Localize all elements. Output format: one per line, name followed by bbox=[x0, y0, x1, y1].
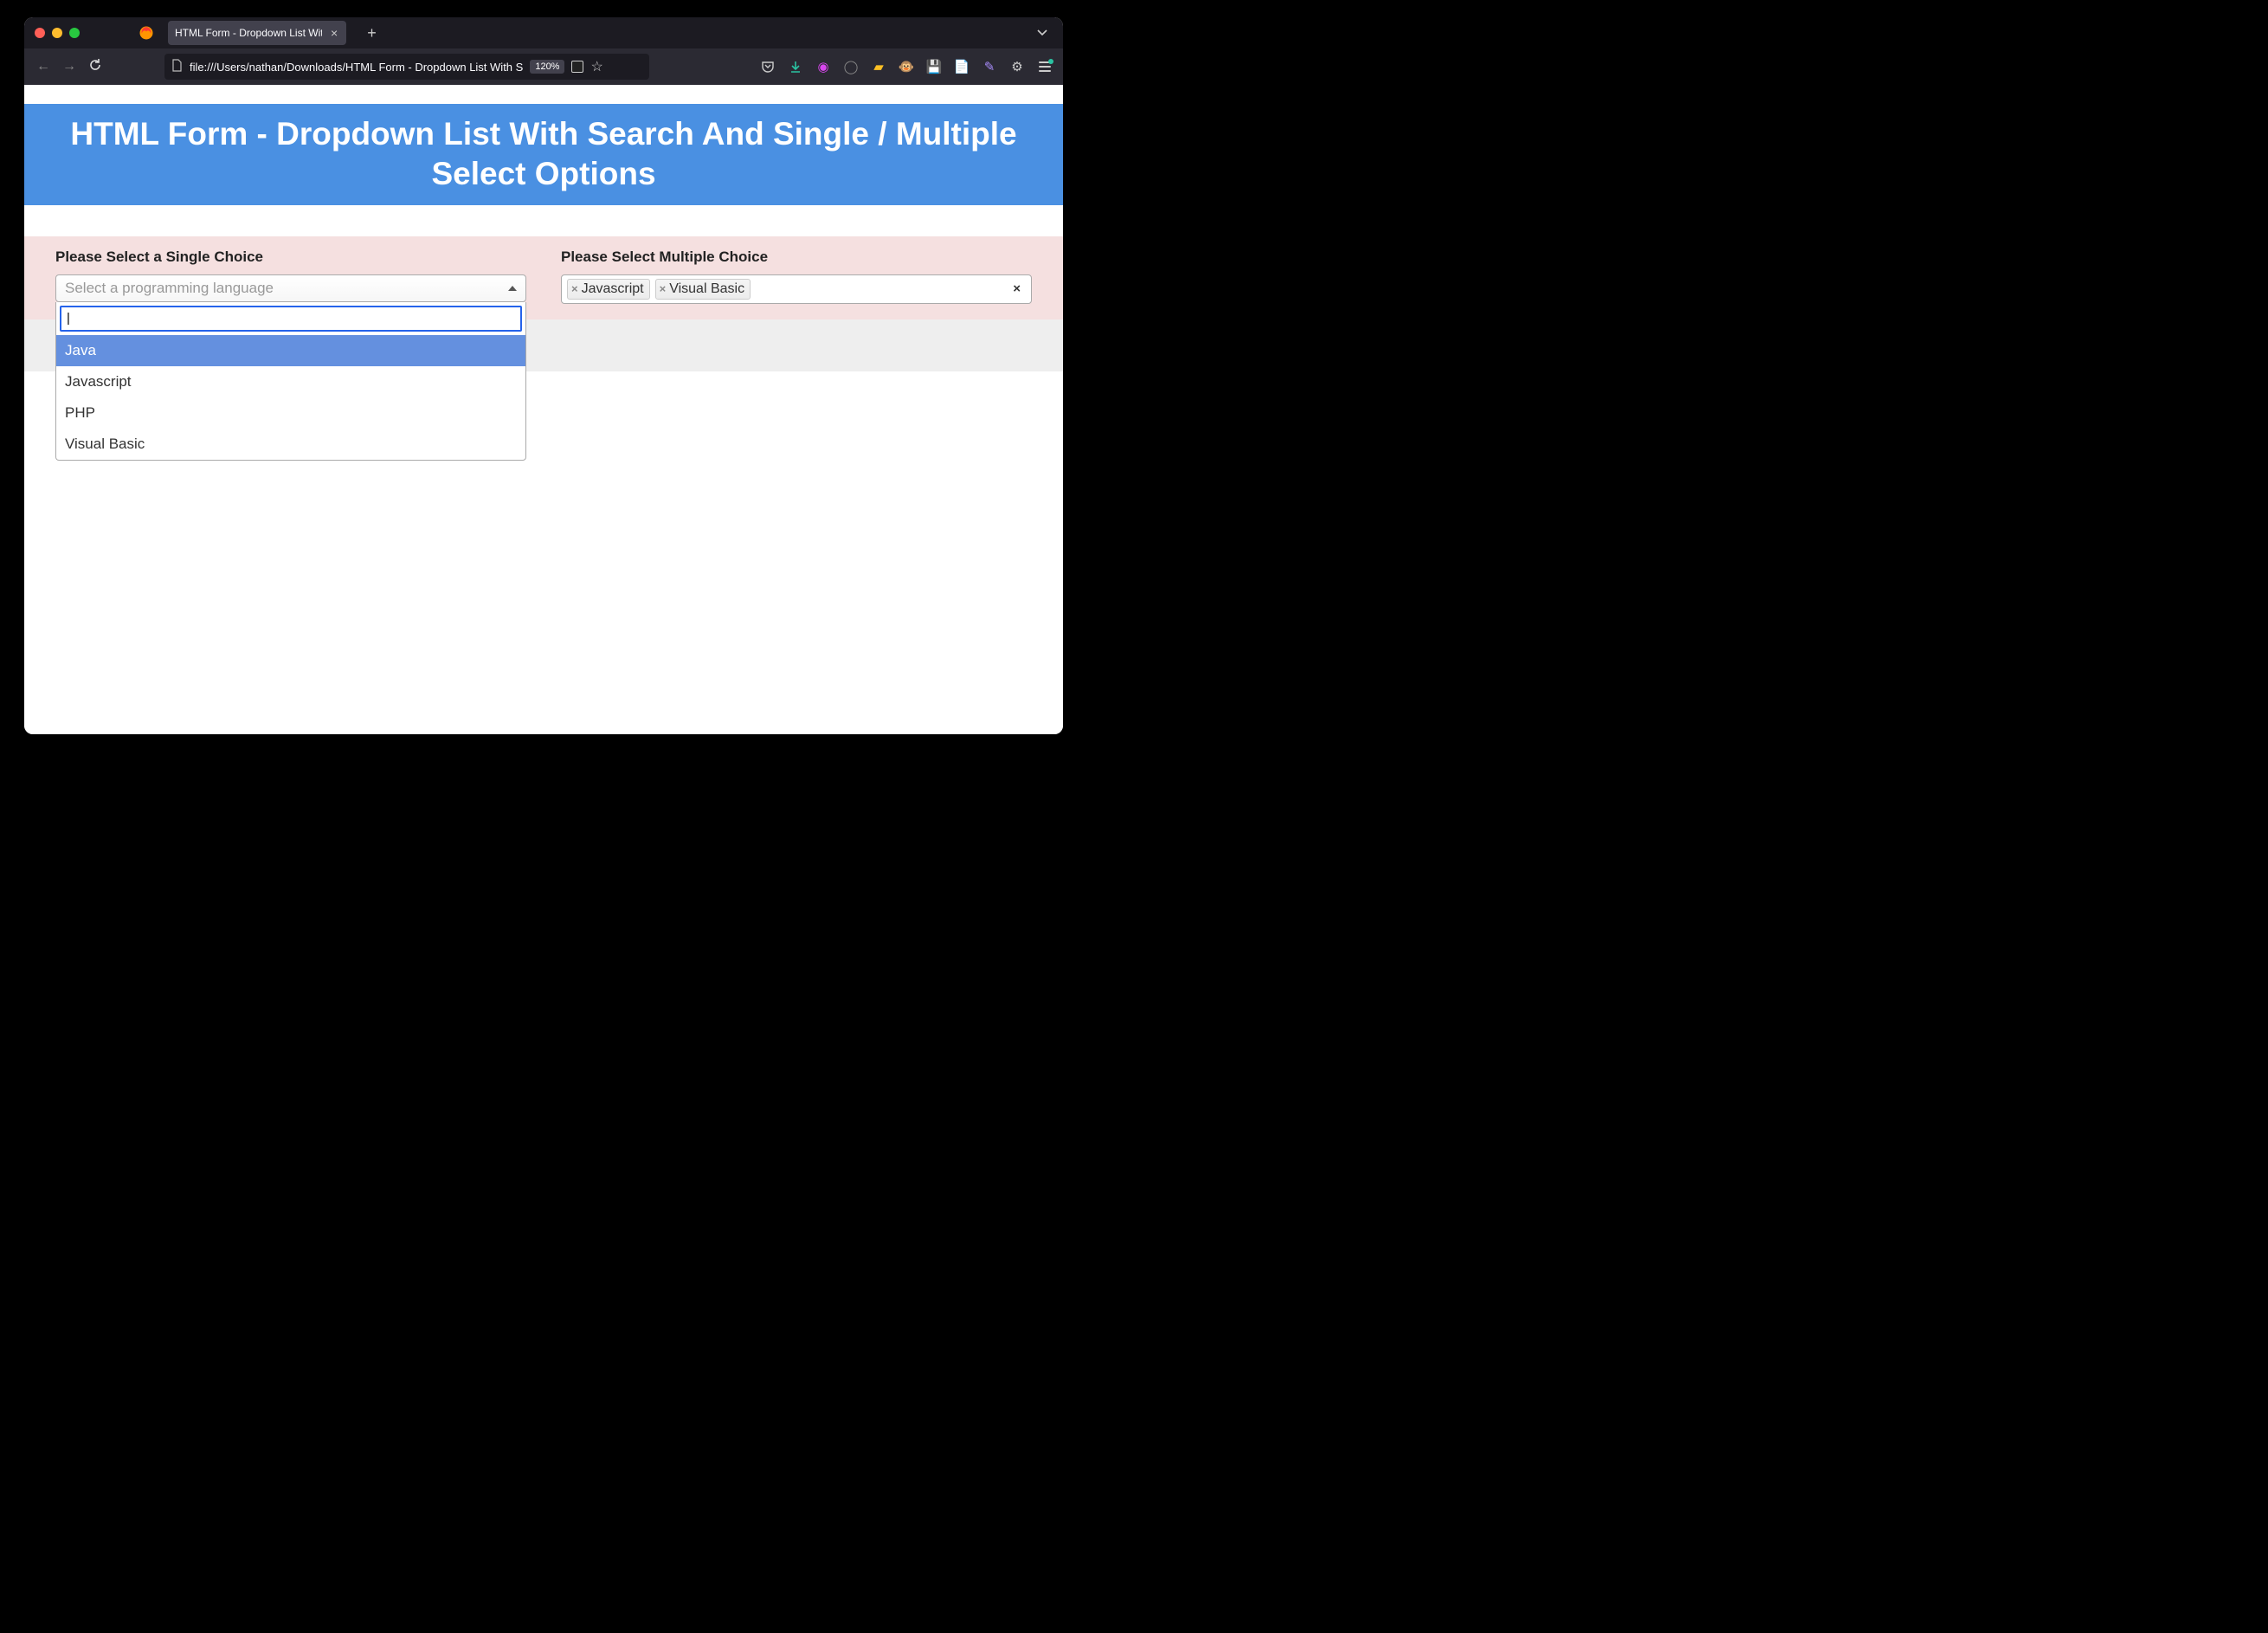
chip-label: Visual Basic bbox=[669, 281, 744, 297]
dropdown-option[interactable]: PHP bbox=[56, 397, 525, 429]
toolbar: ← → file:///Users/nathan/Downloads/HTML … bbox=[24, 48, 1063, 85]
tab-title: HTML Form - Dropdown List With S bbox=[175, 27, 322, 39]
extension-circle-icon[interactable]: ◯ bbox=[843, 59, 859, 74]
extension-pin-icon[interactable]: ◉ bbox=[815, 59, 831, 74]
pocket-icon[interactable] bbox=[760, 59, 776, 74]
chip-remove-icon[interactable]: × bbox=[571, 282, 578, 295]
single-select-placeholder: Select a programming language bbox=[65, 280, 274, 297]
dropdown-search-wrap bbox=[56, 302, 525, 335]
chevron-up-icon bbox=[508, 286, 517, 291]
single-select-box[interactable]: Select a programming language bbox=[55, 274, 526, 302]
titlebar: HTML Form - Dropdown List With S × + bbox=[24, 17, 1063, 48]
extension-note-icon[interactable]: 📄 bbox=[954, 59, 970, 74]
download-icon[interactable] bbox=[788, 59, 803, 74]
tab-close-button[interactable]: × bbox=[329, 26, 339, 40]
dropdown-option[interactable]: Java bbox=[56, 335, 525, 366]
dropdown-option[interactable]: Visual Basic bbox=[56, 429, 525, 460]
dropdown-search-input[interactable] bbox=[60, 306, 522, 332]
selected-chip: × Javascript bbox=[567, 279, 650, 300]
new-tab-button[interactable]: + bbox=[362, 24, 382, 42]
browser-tab[interactable]: HTML Form - Dropdown List With S × bbox=[168, 21, 346, 45]
browser-window: HTML Form - Dropdown List With S × + ← →… bbox=[24, 17, 1063, 734]
reload-button[interactable] bbox=[87, 58, 104, 76]
close-window-button[interactable] bbox=[35, 28, 45, 38]
firefox-logo-icon bbox=[139, 25, 154, 41]
single-select-dropdown: Java Javascript PHP Visual Basic bbox=[55, 302, 526, 461]
multiple-select-box[interactable]: × Javascript × Visual Basic × bbox=[561, 274, 1032, 304]
bookmark-star-icon[interactable]: ☆ bbox=[590, 58, 602, 75]
forward-button[interactable]: → bbox=[61, 59, 78, 74]
dropdown-options-list: Java Javascript PHP Visual Basic bbox=[56, 335, 525, 460]
chip-remove-icon[interactable]: × bbox=[660, 282, 667, 295]
chip-label: Javascript bbox=[582, 281, 644, 297]
extension-puzzle-icon[interactable]: ⚙ bbox=[1009, 59, 1025, 74]
tabs-dropdown-button[interactable] bbox=[1032, 27, 1053, 39]
reader-mode-icon[interactable] bbox=[571, 61, 583, 73]
url-text: file:///Users/nathan/Downloads/HTML Form… bbox=[190, 61, 523, 74]
toolbar-right-icons: ◉ ◯ ▰ 🐵 💾 📄 ✎ ⚙ bbox=[760, 59, 1053, 74]
single-select-column: Please Select a Single Choice Select a p… bbox=[55, 248, 526, 304]
clear-all-button[interactable]: × bbox=[1008, 281, 1026, 296]
minimize-window-button[interactable] bbox=[52, 28, 62, 38]
selected-chip: × Visual Basic bbox=[655, 279, 751, 300]
zoom-badge[interactable]: 120% bbox=[530, 60, 564, 74]
form-row: Please Select a Single Choice Select a p… bbox=[24, 236, 1063, 320]
multiple-select-label: Please Select Multiple Choice bbox=[561, 248, 1032, 266]
extension-floppy-icon[interactable]: 💾 bbox=[926, 59, 942, 74]
dropdown-option[interactable]: Javascript bbox=[56, 366, 525, 397]
page-header: HTML Form - Dropdown List With Search An… bbox=[24, 104, 1063, 205]
multiple-select-column: Please Select Multiple Choice × Javascri… bbox=[561, 248, 1032, 304]
file-icon bbox=[171, 59, 183, 74]
extension-monkey-icon[interactable]: 🐵 bbox=[899, 59, 914, 74]
single-select-label: Please Select a Single Choice bbox=[55, 248, 526, 266]
window-controls bbox=[35, 28, 80, 38]
maximize-window-button[interactable] bbox=[69, 28, 80, 38]
app-menu-button[interactable] bbox=[1037, 59, 1053, 74]
url-bar[interactable]: file:///Users/nathan/Downloads/HTML Form… bbox=[164, 54, 649, 80]
extension-wand-icon[interactable]: ✎ bbox=[982, 59, 997, 74]
back-button[interactable]: ← bbox=[35, 59, 52, 74]
form-area: Please Select a Single Choice Select a p… bbox=[24, 236, 1063, 371]
page-content: HTML Form - Dropdown List With Search An… bbox=[24, 104, 1063, 734]
page-title: HTML Form - Dropdown List With Search An… bbox=[42, 114, 1046, 195]
extension-eraser-icon[interactable]: ▰ bbox=[871, 59, 886, 74]
